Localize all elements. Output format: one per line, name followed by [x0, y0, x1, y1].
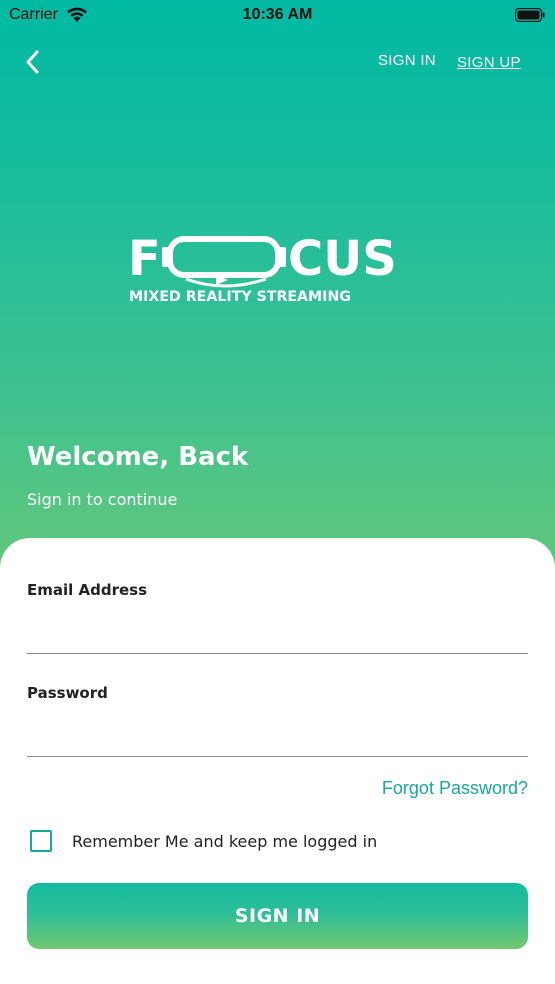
- chevron-left-icon[interactable]: [22, 48, 46, 76]
- sign-in-form: Email Address Password Forgot Password? …: [0, 538, 555, 984]
- email-label: Email Address: [27, 581, 148, 599]
- status-bar: Carrier 10:36 AM: [0, 0, 555, 30]
- remember-me-label[interactable]: Remember Me and keep me logged in: [72, 832, 377, 851]
- welcome-title: Welcome, Back: [27, 442, 249, 472]
- logo-letter-f: F: [128, 233, 161, 287]
- logo-tagline: MIXED REALITY STREAMING: [129, 289, 351, 305]
- logo-letters-cus: CUS: [288, 233, 397, 287]
- sign-up-tab[interactable]: SIGN UP: [457, 54, 521, 71]
- focus-logo: F CUS MIXED REALITY STREAMING: [128, 233, 397, 305]
- welcome-subtitle: Sign in to continue: [27, 490, 178, 509]
- sign-in-tab[interactable]: SIGN IN: [378, 52, 436, 69]
- password-field[interactable]: [27, 717, 528, 757]
- forgot-password-link[interactable]: Forgot Password?: [382, 778, 528, 799]
- clock: 10:36 AM: [242, 6, 313, 23]
- top-nav: SIGN IN SIGN UP: [0, 40, 555, 86]
- vr-headset-icon: [162, 236, 286, 288]
- email-field[interactable]: [27, 614, 528, 654]
- remember-me-checkbox[interactable]: [30, 830, 52, 852]
- password-label: Password: [27, 684, 108, 702]
- battery-icon: [515, 8, 545, 22]
- sign-in-button[interactable]: SIGN IN: [27, 883, 528, 949]
